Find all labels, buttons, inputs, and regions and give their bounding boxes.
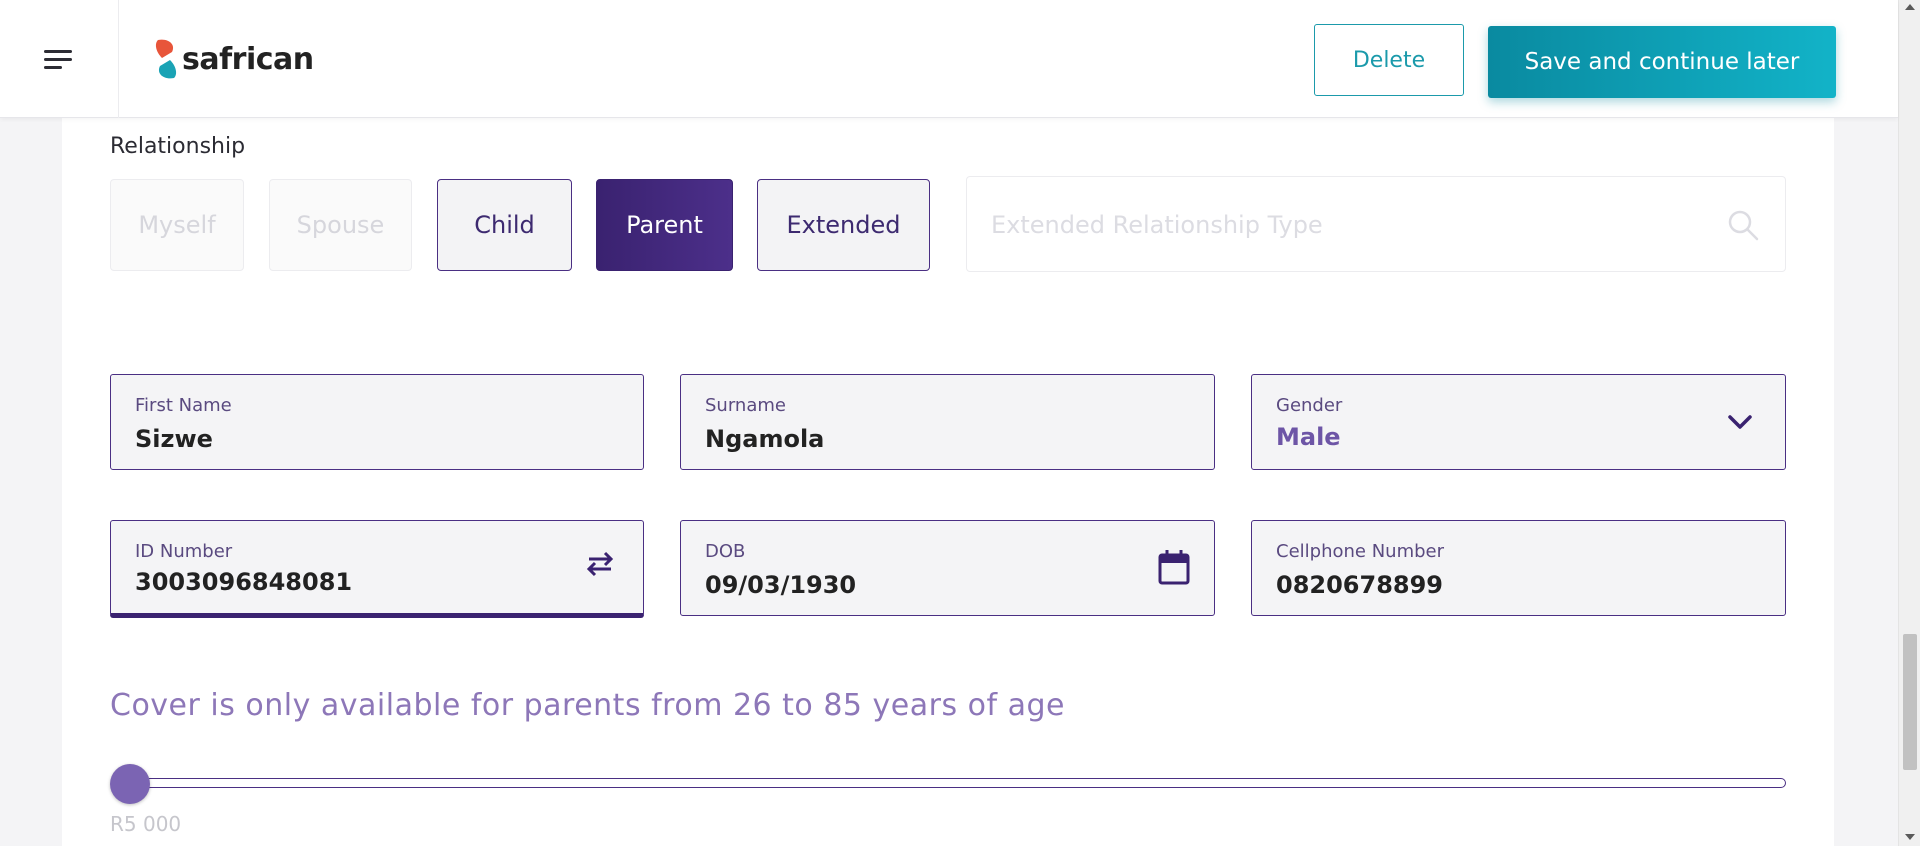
first-name-value: Sizwe	[135, 425, 213, 453]
scroll-up-arrow-icon[interactable]	[1905, 4, 1915, 10]
cover-age-message: Cover is only available for parents from…	[110, 688, 1065, 723]
dob-label: DOB	[705, 541, 746, 562]
hamburger-icon	[44, 45, 74, 74]
save-continue-later-button[interactable]: Save and continue later	[1488, 26, 1836, 98]
surname-field[interactable]: Surname Ngamola	[680, 374, 1215, 470]
swap-icon[interactable]	[585, 551, 615, 577]
relationship-option-myself: Myself	[110, 179, 244, 271]
brand-logo[interactable]: safrican	[154, 38, 314, 80]
first-name-field[interactable]: First Name Sizwe	[110, 374, 644, 470]
search-icon	[1728, 210, 1759, 241]
scrollbar-thumb[interactable]	[1903, 634, 1917, 770]
safrican-logo-icon	[155, 39, 177, 79]
surname-label: Surname	[705, 395, 786, 416]
cover-amount-slider-track[interactable]	[112, 778, 1786, 788]
gender-select[interactable]: Gender Male	[1251, 374, 1786, 470]
chevron-down-icon	[1728, 415, 1752, 429]
page-scrollbar[interactable]	[1898, 0, 1920, 846]
extended-relationship-type-input: Extended Relationship Type	[966, 176, 1786, 272]
id-number-value: 3003096848081	[135, 568, 353, 596]
cover-amount-slider-handle[interactable]	[110, 764, 150, 804]
extended-relationship-placeholder: Extended Relationship Type	[991, 211, 1323, 239]
cellphone-value: 0820678899	[1276, 571, 1443, 599]
gender-label: Gender	[1276, 395, 1343, 416]
relationship-option-spouse: Spouse	[269, 179, 412, 271]
cover-amount-value: R5 000	[110, 812, 182, 836]
cellphone-label: Cellphone Number	[1276, 541, 1445, 562]
calendar-icon[interactable]	[1158, 549, 1190, 585]
relationship-option-extended[interactable]: Extended	[757, 179, 930, 271]
surname-value: Ngamola	[705, 425, 825, 453]
hamburger-menu-button[interactable]	[0, 0, 119, 118]
relationship-option-parent[interactable]: Parent	[596, 179, 733, 271]
scroll-down-arrow-icon[interactable]	[1905, 834, 1915, 840]
app-header: safrican Delete Save and continue later	[0, 0, 1898, 118]
id-number-label: ID Number	[135, 541, 233, 562]
gender-value: Male	[1276, 423, 1341, 451]
first-name-label: First Name	[135, 395, 232, 416]
cellphone-field[interactable]: Cellphone Number 0820678899	[1251, 520, 1786, 616]
relationship-label: Relationship	[110, 134, 246, 159]
brand-name: safrican	[182, 41, 314, 77]
relationship-option-child[interactable]: Child	[437, 179, 572, 271]
dob-value: 09/03/1930	[705, 571, 857, 599]
id-number-field[interactable]: ID Number 3003096848081	[110, 520, 644, 618]
dob-field[interactable]: DOB 09/03/1930	[680, 520, 1215, 616]
delete-button[interactable]: Delete	[1314, 24, 1464, 96]
